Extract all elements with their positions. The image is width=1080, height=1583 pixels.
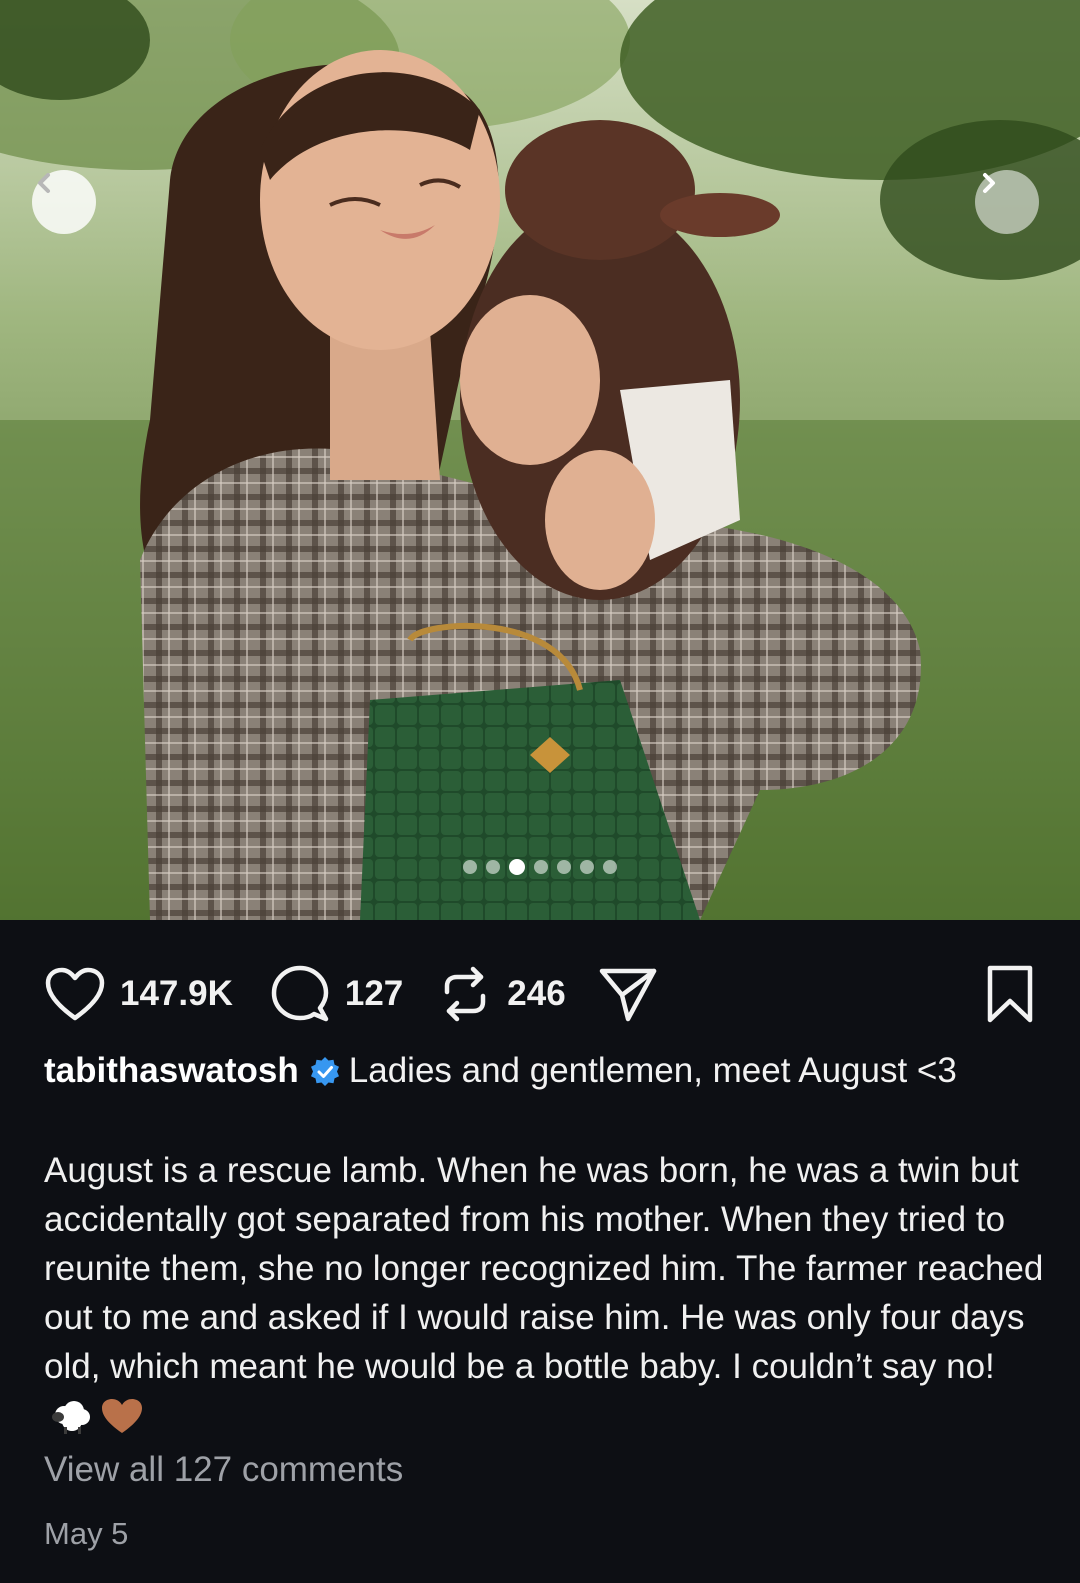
share-button[interactable] <box>598 965 658 1023</box>
photo-illustration <box>0 0 1080 920</box>
caption-text: August is a rescue lamb. When he was bor… <box>44 1151 1044 1386</box>
bookmark-icon <box>987 965 1033 1023</box>
post-photo[interactable] <box>0 0 1080 920</box>
chevron-right-icon <box>983 173 995 193</box>
repost-button[interactable]: 246 <box>437 964 566 1024</box>
verified-badge-icon <box>309 1052 341 1102</box>
username-link[interactable]: tabithaswatosh <box>44 1051 299 1090</box>
post-actions-bar: 147.9K 127 246 <box>44 962 1036 1026</box>
caption-headline: Ladies and gentlemen, meet August <3 <box>348 1051 957 1090</box>
carousel-indicator <box>0 859 1080 875</box>
previous-image-button[interactable] <box>32 170 96 234</box>
carousel-dot <box>486 860 500 874</box>
heart-icon <box>45 967 105 1021</box>
comment-bubble-icon <box>271 965 329 1022</box>
save-button[interactable] <box>984 963 1036 1025</box>
carousel-dot <box>580 860 594 874</box>
view-all-comments-link[interactable]: View all 127 comments <box>44 1450 403 1490</box>
carousel-dot <box>557 860 571 874</box>
carousel-dot <box>534 860 548 874</box>
brown-heart-emoji-icon <box>100 1397 144 1448</box>
sheep-emoji-icon <box>50 1399 94 1448</box>
comment-button[interactable]: 127 <box>269 963 403 1025</box>
repost-icon <box>445 966 486 1022</box>
chevron-left-icon <box>38 173 50 193</box>
send-icon <box>599 968 656 1022</box>
caption-body: August is a rescue lamb. When he was bor… <box>44 1146 1044 1448</box>
comment-count: 127 <box>344 974 404 1013</box>
carousel-dot <box>463 860 477 874</box>
like-count: 147.9K <box>120 974 233 1013</box>
next-image-button[interactable] <box>975 170 1039 234</box>
carousel-dot-active <box>509 859 525 875</box>
like-button[interactable]: 147.9K <box>44 966 233 1022</box>
repost-count: 246 <box>507 974 566 1013</box>
post-date: May 5 <box>44 1516 129 1551</box>
caption-header: tabithaswatosh Ladies and gentlemen, mee… <box>44 1046 1044 1102</box>
carousel-dot <box>603 860 617 874</box>
